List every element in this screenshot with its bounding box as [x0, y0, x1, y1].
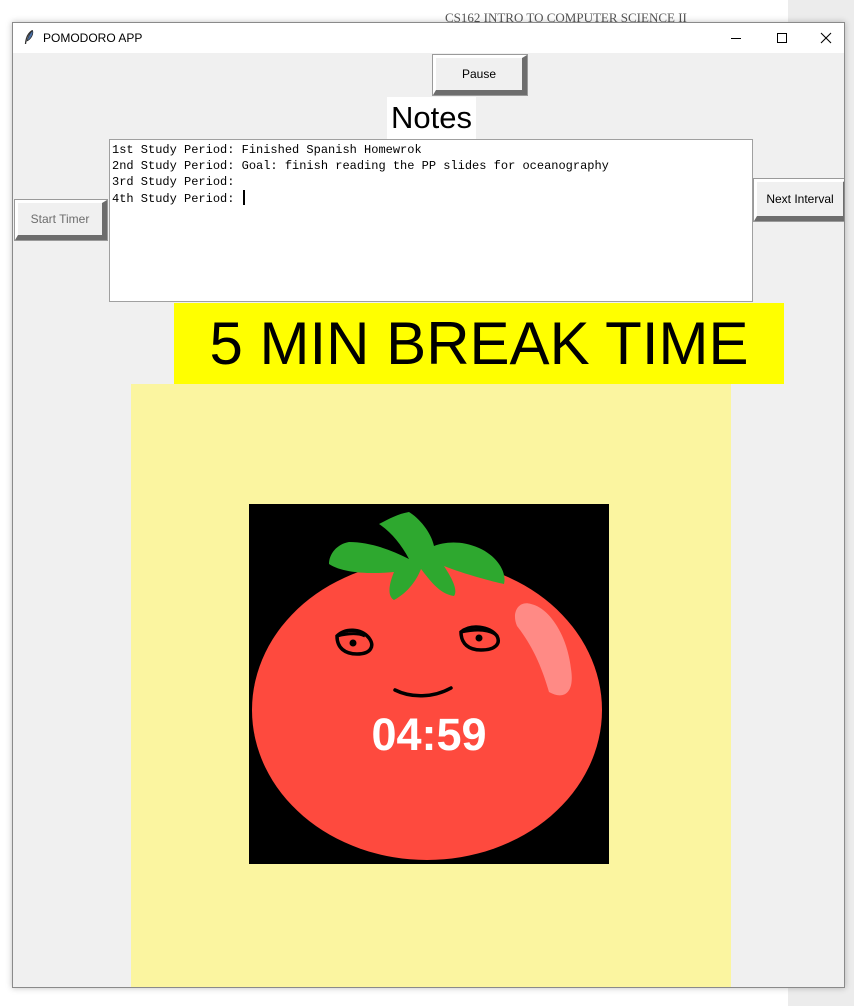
text-cursor	[242, 190, 245, 205]
close-button[interactable]	[803, 23, 844, 53]
close-icon	[820, 32, 832, 44]
notes-heading: Notes	[387, 97, 476, 139]
minimize-icon	[731, 38, 741, 39]
feather-icon	[24, 30, 34, 45]
background-document	[0, 0, 854, 22]
tomato-icon	[252, 512, 602, 860]
next-interval-button[interactable]: Next Interval	[753, 178, 844, 222]
notes-textarea[interactable]: 1st Study Period: Finished Spanish Homew…	[109, 139, 753, 302]
title-bar[interactable]: POMODORO APP	[13, 23, 844, 53]
pomodoro-window: POMODORO APP Pause Notes Start Timer 1st…	[12, 22, 845, 988]
maximize-button[interactable]	[759, 23, 805, 53]
note-line-3: 3rd Study Period:	[112, 175, 235, 189]
note-line-4: 4th Study Period:	[112, 192, 242, 206]
minimize-button[interactable]	[713, 23, 759, 53]
note-line-1: 1st Study Period: Finished Spanish Homew…	[112, 143, 422, 157]
status-banner: 5 MIN BREAK TIME	[174, 303, 784, 384]
maximize-icon	[777, 33, 787, 43]
tomato-image: 04:59	[249, 504, 609, 864]
window-title: POMODORO APP	[43, 31, 143, 45]
note-line-4-row: 4th Study Period:	[112, 190, 750, 206]
timer-display: 04:59	[371, 709, 487, 760]
timer-canvas: 04:59	[131, 384, 731, 987]
note-line-2: 2nd Study Period: Goal: finish reading t…	[112, 159, 609, 173]
pause-button[interactable]: Pause	[432, 54, 528, 96]
start-timer-button[interactable]: Start Timer	[14, 199, 108, 241]
